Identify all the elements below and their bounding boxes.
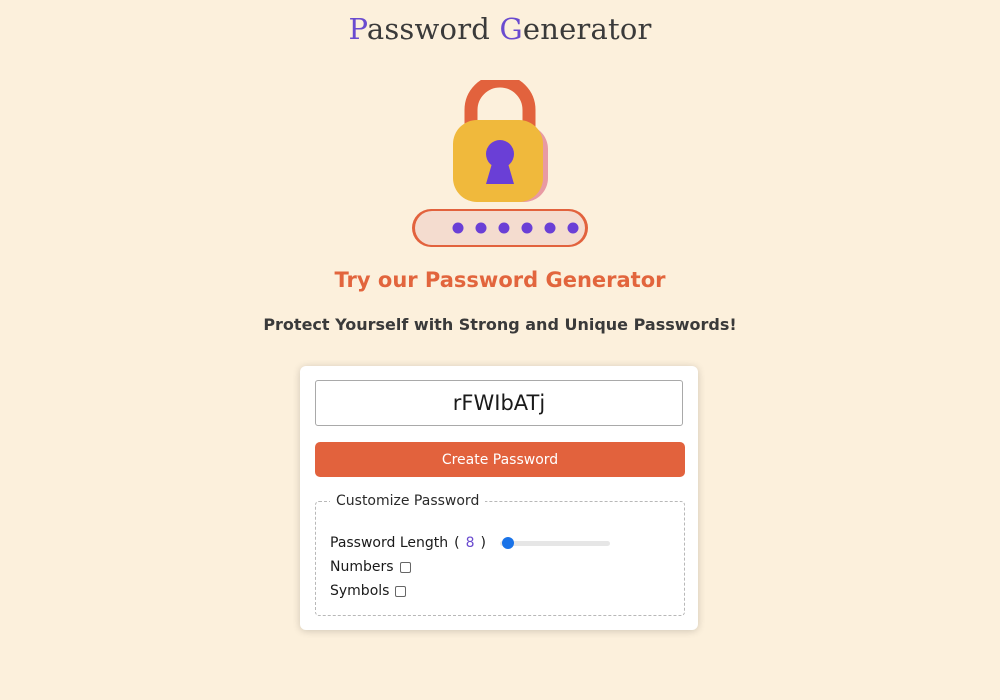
password-length-label: Password Length xyxy=(330,535,449,551)
create-password-button[interactable]: Create Password xyxy=(315,442,685,477)
subtitle: Protect Yourself with Strong and Unique … xyxy=(263,315,737,334)
title-first-initial: P xyxy=(348,12,367,46)
slider-thumb[interactable] xyxy=(502,537,514,549)
page-title: Password Generator xyxy=(0,12,1000,46)
title-first-rest: assword xyxy=(366,12,500,46)
password-length-value: 8 xyxy=(465,535,475,551)
password-dot xyxy=(475,222,487,234)
symbols-row: Symbols xyxy=(330,583,407,599)
title-second-rest: enerator xyxy=(522,12,652,46)
title-second-initial: G xyxy=(499,12,523,46)
password-output[interactable] xyxy=(315,380,683,426)
generator-card: Create Password Customize Password Passw… xyxy=(300,366,698,630)
tagline: Try our Password Generator xyxy=(334,268,666,292)
length-close-paren: ) xyxy=(480,535,486,551)
numbers-checkbox[interactable] xyxy=(399,561,411,573)
numbers-row: Numbers xyxy=(330,559,411,575)
symbols-checkbox[interactable] xyxy=(395,585,407,597)
password-length-slider[interactable] xyxy=(500,536,610,550)
slider-track xyxy=(500,541,610,546)
password-length-row: Password Length ( 8 ) xyxy=(330,535,610,551)
password-dot xyxy=(567,222,579,234)
customize-password-group: Customize Password Password Length ( 8 )… xyxy=(315,493,685,616)
password-dot xyxy=(452,222,464,234)
password-dot xyxy=(498,222,510,234)
password-dot xyxy=(521,222,533,234)
padlock-with-password-dots-icon xyxy=(412,80,588,247)
password-dot xyxy=(544,222,556,234)
symbols-label: Symbols xyxy=(330,583,390,599)
numbers-label: Numbers xyxy=(330,559,394,575)
length-open-paren: ( xyxy=(454,535,460,551)
customize-password-legend: Customize Password xyxy=(336,493,480,509)
